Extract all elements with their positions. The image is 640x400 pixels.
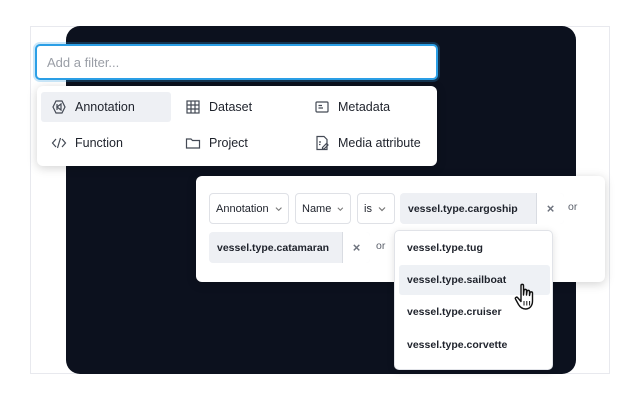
category-media-attribute[interactable]: Media attribute	[304, 128, 436, 158]
code-icon	[51, 137, 67, 149]
folder-icon	[185, 138, 201, 149]
category-project-label: Project	[209, 136, 248, 150]
remove-value-button[interactable]: ×	[536, 193, 564, 224]
chevron-down-icon	[275, 206, 282, 211]
filter-category-menu: Annotation Dataset Metadata Function Pro…	[37, 86, 437, 166]
remove-value-button[interactable]: ×	[342, 232, 370, 263]
category-metadata[interactable]: Metadata	[304, 92, 432, 122]
category-metadata-label: Metadata	[338, 100, 391, 114]
or-label: or	[376, 240, 386, 252]
dataset-grid-icon	[186, 100, 200, 114]
value-chip-label: vessel.type.catamaran	[217, 241, 330, 254]
operator-value: is	[364, 202, 372, 215]
category-project[interactable]: Project	[175, 128, 300, 158]
value-chip-cargoship: vessel.type.cargoship ×	[400, 193, 564, 224]
or-label: or	[568, 201, 578, 213]
value-option-sailboat[interactable]: vessel.type.sailboat	[399, 265, 550, 295]
chevron-down-icon	[378, 206, 386, 211]
value-option-tug[interactable]: vessel.type.tug	[399, 233, 550, 263]
value-option-corvette[interactable]: vessel.type.corvette	[399, 330, 550, 360]
annotation-icon	[52, 100, 66, 114]
category-dataset[interactable]: Dataset	[175, 92, 300, 122]
value-chip-catamaran: vessel.type.catamaran ×	[209, 232, 370, 263]
value-option-cruiser[interactable]: vessel.type.cruiser	[399, 297, 550, 327]
chevron-down-icon	[337, 206, 344, 211]
category-dataset-label: Dataset	[209, 100, 253, 114]
media-attribute-icon	[316, 135, 329, 151]
category-function[interactable]: Function	[41, 128, 171, 158]
add-filter-input[interactable]	[35, 44, 438, 80]
field-value: Name	[302, 202, 332, 215]
category-annotation-label: Annotation	[75, 100, 135, 114]
category-function-label: Function	[75, 136, 123, 150]
category-media-attribute-label: Media attribute	[338, 136, 421, 150]
value-chip-label: vessel.type.cargoship	[408, 202, 518, 215]
field-select[interactable]: Name	[295, 193, 351, 224]
value-options-menu: vessel.type.tug vessel.type.sailboat ves…	[394, 230, 553, 370]
field-type-value: Annotation	[216, 202, 269, 215]
field-type-select[interactable]: Annotation	[209, 193, 289, 224]
operator-select[interactable]: is	[357, 193, 395, 224]
category-annotation[interactable]: Annotation	[41, 92, 171, 122]
metadata-icon	[315, 101, 329, 113]
